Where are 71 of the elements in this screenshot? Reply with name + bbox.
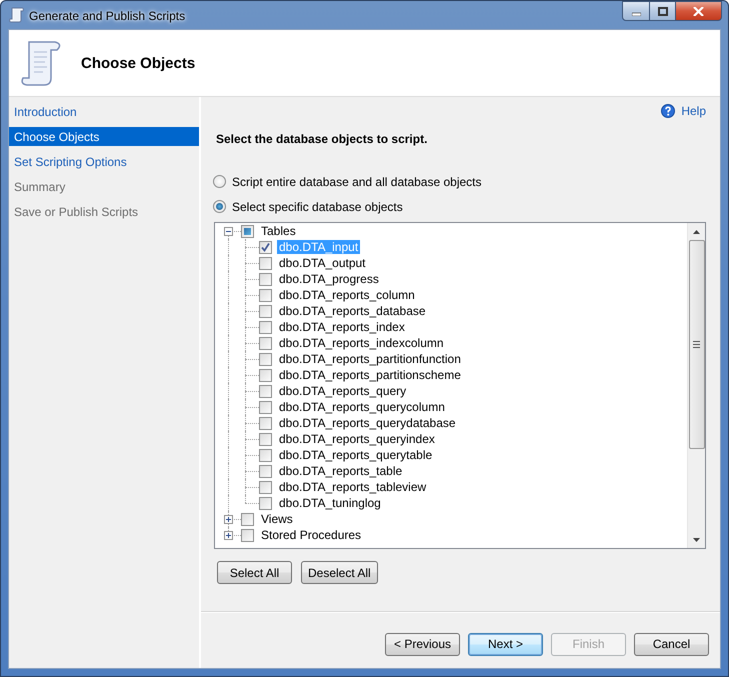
checkbox[interactable] [259,288,272,302]
tree-item[interactable]: dbo.DTA_reports_database [277,304,428,318]
sidebar-item[interactable]: Choose Objects [9,127,199,146]
checkbox[interactable] [259,400,272,414]
checkbox[interactable] [259,240,272,254]
checkbox[interactable] [259,352,272,366]
radio-button[interactable] [213,175,226,188]
grip-icon [693,341,700,348]
sidebar-item[interactable]: Introduction [9,99,199,124]
radio-button[interactable] [213,200,226,213]
checkbox[interactable] [241,512,254,526]
checkbox[interactable] [259,320,272,334]
close-icon[interactable] [693,6,704,16]
checkbox[interactable] [241,528,254,542]
tree-item[interactable]: dbo.DTA_progress [277,272,381,286]
checkbox[interactable] [259,272,272,286]
tree-item[interactable]: dbo.DTA_reports_indexcolumn [277,336,446,350]
tree-item[interactable]: Views [259,512,295,526]
page-title: Choose Objects [81,54,196,72]
scroll-up-icon[interactable] [693,230,700,234]
tree-item[interactable]: dbo.DTA_reports_partitionfunction [277,352,463,366]
tree-item[interactable]: dbo.DTA_reports_querycolumn [277,400,447,414]
scroll-icon [9,7,24,23]
tree-item[interactable]: dbo.DTA_tuninglog [277,496,383,510]
minimize-button[interactable] [622,1,650,21]
tree-item[interactable]: dbo.DTA_reports_table [277,464,404,478]
window-title: Generate and Publish Scripts [29,9,186,23]
tree-item[interactable]: dbo.DTA_reports_partitionscheme [277,368,463,382]
sidebar-item[interactable]: Set Scripting Options [9,149,199,174]
radio-label[interactable]: Select specific database objects [232,200,403,214]
checkbox[interactable] [259,416,272,430]
checkbox[interactable] [259,384,272,398]
tree-item[interactable]: dbo.DTA_reports_tableview [277,480,428,494]
close-button[interactable] [676,1,722,21]
wizard-button[interactable]: < Previous [385,632,460,656]
help-icon[interactable] [661,104,676,118]
wizard-button[interactable]: Next > [468,632,543,656]
checkbox[interactable] [259,480,272,494]
checkbox[interactable] [241,224,254,238]
checkbox[interactable] [259,432,272,446]
wizard-button[interactable]: Select All [217,561,292,584]
checkbox[interactable] [259,448,272,462]
tree-item[interactable]: dbo.DTA_reports_queryindex [277,432,437,446]
checkbox[interactable] [259,368,272,382]
sidebar-item[interactable]: Save or Publish Scripts [9,199,199,224]
tree-item[interactable]: Tables [259,224,298,238]
tree-item[interactable]: dbo.DTA_reports_querydatabase [277,416,458,430]
sidebar-item[interactable]: Summary [9,174,199,199]
checkbox[interactable] [259,256,272,270]
expand-icon[interactable] [224,531,233,540]
wizard-button[interactable]: Cancel [634,632,709,656]
wizard-button[interactable]: Deselect All [301,561,378,584]
tree-item[interactable]: dbo.DTA_reports_index [277,320,407,334]
scrollbar[interactable] [687,223,705,548]
maximize-button[interactable] [650,1,676,21]
checkbox[interactable] [259,496,272,510]
maximize-icon[interactable] [658,6,668,16]
radio-label[interactable]: Script entire database and all database objects [232,174,482,188]
tree-item[interactable]: dbo.DTA_reports_column [277,288,417,302]
checkbox[interactable] [259,464,272,478]
checkbox[interactable] [259,336,272,350]
tree-item[interactable]: dbo.DTA_output [277,256,368,270]
tree-item[interactable]: dbo.DTA_reports_querytable [277,448,434,462]
expand-icon[interactable] [224,515,233,524]
collapse-icon[interactable] [224,227,233,236]
section-heading: Select the database objects to script. [216,132,428,146]
checkbox[interactable] [259,304,272,318]
scroll-down-icon[interactable] [693,538,700,542]
tree-item[interactable]: dbo.DTA_reports_query [277,384,408,398]
tree-item[interactable]: Stored Procedures [259,528,364,542]
help-link[interactable]: Help [681,104,706,118]
